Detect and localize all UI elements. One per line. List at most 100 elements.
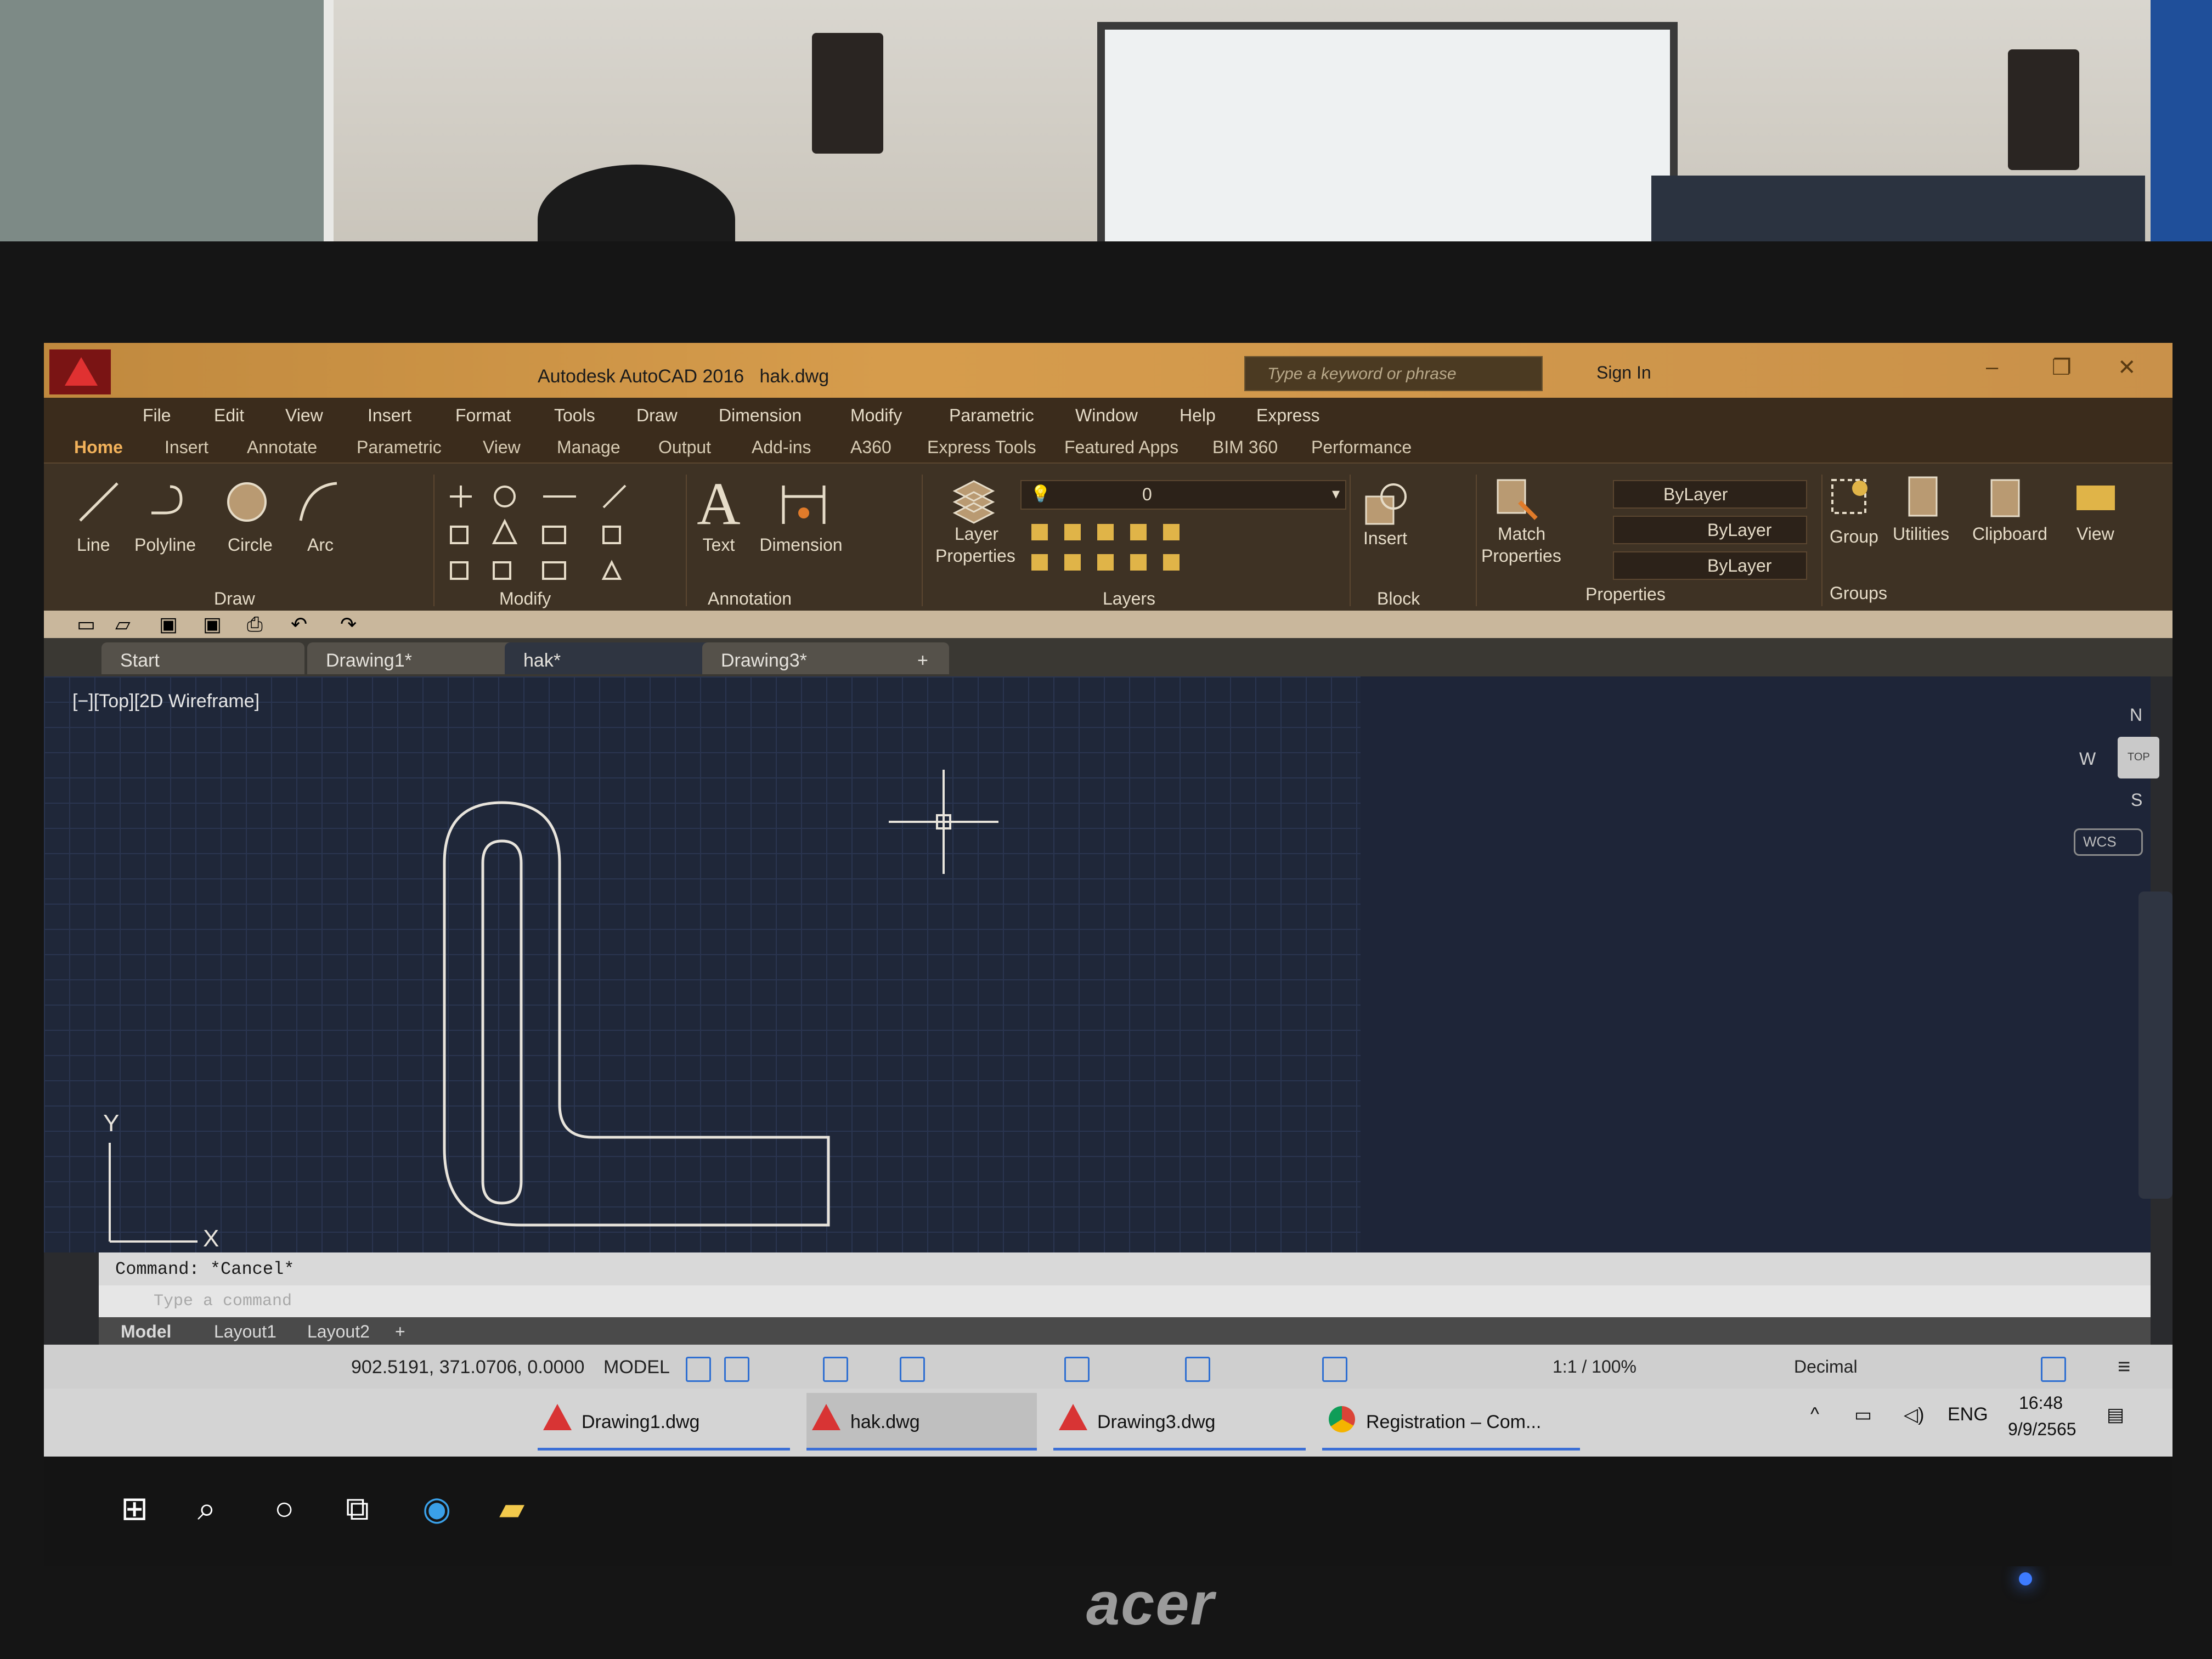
annotation-panel-title[interactable]: Annotation xyxy=(708,589,792,609)
annotation-scale[interactable]: 1:1 / 100% xyxy=(1553,1357,1637,1377)
save-icon[interactable]: ▣ xyxy=(159,613,178,636)
menu-insert[interactable]: Insert xyxy=(368,405,411,426)
layers-panel-title[interactable]: Layers xyxy=(1103,589,1155,609)
redo-icon[interactable]: ↷ xyxy=(340,613,357,636)
task-view-icon[interactable]: ⧉ xyxy=(346,1489,369,1528)
file-explorer-icon[interactable]: ▰ xyxy=(499,1489,524,1528)
layer-properties-label-2[interactable]: Properties xyxy=(935,546,1015,566)
osnap-icon[interactable] xyxy=(1064,1357,1090,1382)
transparency-icon[interactable] xyxy=(1185,1357,1210,1382)
utilities-icon[interactable] xyxy=(1904,475,1942,518)
arc-icon[interactable] xyxy=(296,480,340,524)
tab-insert[interactable]: Insert xyxy=(165,437,208,458)
menu-view[interactable]: View xyxy=(285,405,323,426)
input-language[interactable]: ENG xyxy=(1948,1404,1988,1425)
view-icon[interactable] xyxy=(2074,480,2118,513)
block-panel-title[interactable]: Block xyxy=(1377,589,1420,609)
lineweight-dropdown[interactable]: ByLayer xyxy=(1613,551,1807,580)
close-icon[interactable]: ✕ xyxy=(2118,355,2136,380)
minimize-icon[interactable]: – xyxy=(1986,355,1998,380)
windows-start-icon[interactable]: ⊞ xyxy=(121,1489,148,1528)
menu-modify[interactable]: Modify xyxy=(850,405,902,426)
tab-express-tools[interactable]: Express Tools xyxy=(927,437,1036,458)
tab-parametric[interactable]: Parametric xyxy=(357,437,442,458)
workspace-icon[interactable] xyxy=(1322,1357,1347,1382)
menu-format[interactable]: Format xyxy=(455,405,511,426)
taskbar-app-hak[interactable]: hak.dwg xyxy=(806,1393,1037,1451)
polar-icon[interactable] xyxy=(900,1357,925,1382)
properties-panel-title[interactable]: Properties xyxy=(1585,584,1666,605)
doc-tab-hak[interactable]: hak*✕ xyxy=(505,642,735,674)
taskbar-app-drawing3[interactable]: Drawing3.dwg xyxy=(1053,1393,1306,1451)
doc-tab-drawing3[interactable]: Drawing3*✕ xyxy=(702,642,933,674)
edge-icon[interactable]: ◉ xyxy=(422,1489,451,1528)
menu-file[interactable]: File xyxy=(143,405,171,426)
layer-properties-label-1[interactable]: Layer xyxy=(955,524,998,544)
tab-manage[interactable]: Manage xyxy=(557,437,620,458)
cortana-icon[interactable]: ○ xyxy=(274,1489,294,1527)
drawing-viewport[interactable]: [−][Top][2D Wireframe] Y X xyxy=(44,676,2151,1252)
viewcube-top-face[interactable]: TOP xyxy=(2118,737,2159,778)
tab-annotate[interactable]: Annotate xyxy=(247,437,317,458)
tab-performance[interactable]: Performance xyxy=(1311,437,1412,458)
clock-date[interactable]: 9/9/2565 xyxy=(2008,1419,2076,1440)
tab-layout1[interactable]: Layout1 xyxy=(214,1322,276,1342)
restore-icon[interactable]: ❐ xyxy=(2052,355,2072,380)
notifications-icon[interactable]: ▤ xyxy=(2107,1404,2124,1426)
doc-tab-drawing1[interactable]: Drawing1*✕ xyxy=(307,642,538,674)
open-file-icon[interactable]: ▱ xyxy=(115,613,131,636)
match-properties-label-2[interactable]: Properties xyxy=(1481,546,1561,566)
layer-tools-icon[interactable] xyxy=(1026,518,1207,579)
draw-panel-title[interactable]: Draw xyxy=(214,589,255,609)
ortho-icon[interactable] xyxy=(823,1357,848,1382)
navigation-bar[interactable] xyxy=(2138,891,2172,1199)
units-dropdown[interactable]: Decimal xyxy=(1794,1357,1858,1377)
match-properties-label-1[interactable]: Match xyxy=(1498,524,1545,544)
search-icon[interactable]: ⌕ xyxy=(198,1489,216,1528)
insert-block-icon[interactable] xyxy=(1361,480,1410,529)
new-tab-button[interactable]: + xyxy=(905,642,949,674)
tray-overflow-icon[interactable]: ^ xyxy=(1810,1404,1819,1425)
volume-icon[interactable]: ◁) xyxy=(1904,1404,1924,1426)
text-icon[interactable]: A xyxy=(658,469,779,539)
search-box[interactable]: Type a keyword or phrase xyxy=(1244,356,1543,391)
hardware-acceleration-icon[interactable] xyxy=(2041,1357,2066,1382)
dimension-icon[interactable] xyxy=(779,480,828,529)
groups-panel-title[interactable]: Groups xyxy=(1830,583,1887,603)
match-properties-icon[interactable] xyxy=(1492,475,1542,524)
polyline-label[interactable]: Polyline xyxy=(134,535,196,555)
taskbar-app-chrome[interactable]: Registration – Com... xyxy=(1322,1393,1580,1451)
snap-icon[interactable] xyxy=(724,1357,749,1382)
arc-label[interactable]: Arc xyxy=(307,535,334,555)
tab-add-ins[interactable]: Add-ins xyxy=(752,437,811,458)
clipboard-icon[interactable] xyxy=(1986,475,2024,518)
application-menu-button[interactable] xyxy=(49,349,111,394)
grid-icon[interactable] xyxy=(686,1357,711,1382)
polyline-icon[interactable] xyxy=(148,480,192,524)
modify-panel-title[interactable]: Modify xyxy=(499,589,551,609)
menu-express[interactable]: Express xyxy=(1256,405,1320,426)
sign-in-button[interactable]: Sign In xyxy=(1596,363,1651,383)
taskbar-app-drawing1[interactable]: Drawing1.dwg xyxy=(538,1393,790,1451)
clock-time[interactable]: 16:48 xyxy=(2019,1393,2063,1413)
tab-home[interactable]: Home xyxy=(74,437,123,458)
line-icon[interactable] xyxy=(77,480,121,524)
utilities-label[interactable]: Utilities xyxy=(1893,524,1949,544)
view-label[interactable]: View xyxy=(2076,524,2114,544)
tab-featured-apps[interactable]: Featured Apps xyxy=(1064,437,1178,458)
model-space-button[interactable]: MODEL xyxy=(603,1357,670,1378)
add-layout-icon[interactable]: + xyxy=(395,1322,405,1342)
compass-west[interactable]: W xyxy=(2079,749,2096,769)
wcs-menu[interactable]: WCS xyxy=(2074,828,2143,856)
menu-draw[interactable]: Draw xyxy=(636,405,678,426)
network-icon[interactable]: ▭ xyxy=(1854,1404,1872,1426)
save-as-icon[interactable]: ▣ xyxy=(203,613,222,636)
clipboard-label[interactable]: Clipboard xyxy=(1972,524,2047,544)
dimension-label[interactable]: Dimension xyxy=(746,535,856,555)
layer-dropdown[interactable]: 💡 0 ▾ xyxy=(1020,480,1346,510)
menu-tools[interactable]: Tools xyxy=(554,405,595,426)
menu-window[interactable]: Window xyxy=(1075,405,1138,426)
command-input[interactable]: Type a command xyxy=(99,1285,2151,1317)
tab-bim-360[interactable]: BIM 360 xyxy=(1212,437,1278,458)
modify-tools-icon[interactable] xyxy=(439,475,669,584)
